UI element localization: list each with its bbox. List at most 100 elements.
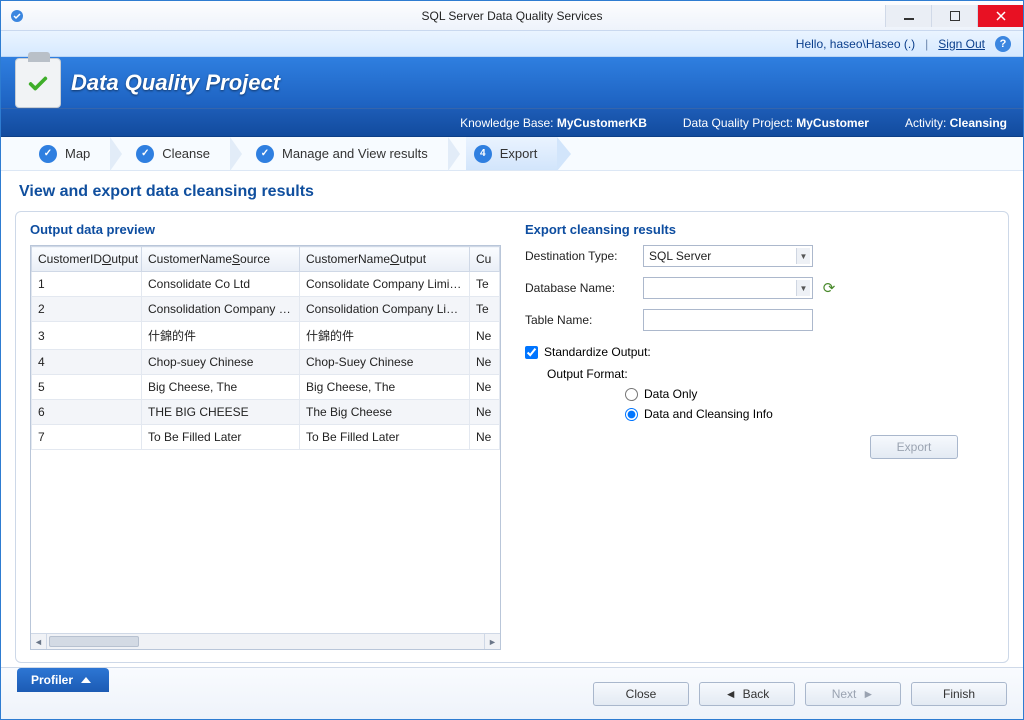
table-cell: Chop-suey Chinese — [142, 350, 300, 375]
step-label: Cleanse — [162, 146, 210, 161]
table-row[interactable]: 6THE BIG CHEESEThe Big CheeseNe — [32, 400, 500, 425]
table-cell: Consolidation Company Limited — [300, 297, 470, 322]
table-name-input[interactable] — [643, 309, 813, 331]
destination-type-label: Destination Type: — [525, 249, 635, 263]
table-cell: 7 — [32, 425, 142, 450]
table-cell: Ne — [470, 322, 500, 350]
export-title: Export cleansing results — [525, 222, 994, 237]
table-name-row: Table Name: — [525, 309, 994, 331]
table-cell: Ne — [470, 375, 500, 400]
table-row[interactable]: 7To Be Filled LaterTo Be Filled LaterNe — [32, 425, 500, 450]
back-button[interactable]: ◄ Back — [699, 682, 795, 706]
table-cell: Consolidate Company Limited — [300, 272, 470, 297]
table-row[interactable]: 5Big Cheese, TheBig Cheese, TheNe — [32, 375, 500, 400]
profiler-tab[interactable]: Profiler — [17, 668, 109, 692]
wizard-steps: Map Cleanse Manage and View results 4 Ex… — [1, 137, 1023, 171]
table-cell: Ne — [470, 350, 500, 375]
minimize-button[interactable] — [885, 5, 931, 27]
footer: Profiler Close ◄ Back Next ► Finish — [1, 667, 1023, 719]
sign-out-link[interactable]: Sign Out — [938, 37, 985, 51]
next-button[interactable]: Next ► — [805, 682, 901, 706]
close-page-button[interactable]: Close — [593, 682, 689, 706]
kb-context: Knowledge Base: MyCustomerKB — [460, 116, 647, 130]
table-row[interactable]: 1Consolidate Co LtdConsolidate Company L… — [32, 272, 500, 297]
step-label: Manage and View results — [282, 146, 428, 161]
window-controls — [885, 5, 1023, 27]
chevron-down-icon: ▼ — [796, 280, 810, 296]
destination-type-combo[interactable]: SQL Server ▼ — [643, 245, 813, 267]
table-cell: 4 — [32, 350, 142, 375]
help-icon[interactable]: ? — [995, 36, 1011, 52]
table-cell: 6 — [32, 400, 142, 425]
close-button[interactable] — [977, 5, 1023, 27]
page-title: View and export data cleansing results — [19, 183, 1005, 201]
step-cleanse[interactable]: Cleanse — [128, 137, 230, 170]
chevron-icon — [448, 137, 460, 171]
header-banner: Data Quality Project Knowledge Base: MyC… — [1, 57, 1023, 137]
table-cell: 什錦的件 — [142, 322, 300, 350]
output-format-label: Output Format: — [547, 367, 994, 381]
output-table[interactable]: CustomerIDOutput CustomerNameSource Cust… — [31, 246, 500, 450]
scroll-thumb[interactable] — [49, 636, 139, 647]
step-label: Export — [500, 146, 538, 161]
table-row[interactable]: 4Chop-suey ChineseChop-Suey ChineseNe — [32, 350, 500, 375]
col-customerid-output[interactable]: CustomerIDOutput — [32, 247, 142, 272]
radio-data-and-info[interactable] — [625, 408, 638, 421]
greeting-text: Hello, haseo\Haseo (.) — [796, 37, 915, 51]
output-preview-panel: Output data preview CustomerIDOutput Cus… — [30, 222, 501, 650]
table-cell: THE BIG CHEESE — [142, 400, 300, 425]
app-icon — [9, 8, 25, 24]
export-panel: Export cleansing results Destination Typ… — [525, 222, 994, 650]
app-window: SQL Server Data Quality Services Hello, … — [0, 0, 1024, 720]
step-map[interactable]: Map — [31, 137, 110, 170]
horizontal-scrollbar[interactable]: ◄ ► — [31, 633, 500, 649]
table-cell: Chop-Suey Chinese — [300, 350, 470, 375]
finish-button[interactable]: Finish — [911, 682, 1007, 706]
radio-data-info-row: Data and Cleansing Info — [625, 407, 994, 421]
standardize-row: Standardize Output: — [525, 345, 994, 359]
table-cell: Ne — [470, 425, 500, 450]
project-context: Data Quality Project: MyCustomer — [683, 116, 869, 130]
separator: | — [925, 37, 928, 51]
destination-type-value: SQL Server — [649, 249, 711, 263]
maximize-button[interactable] — [931, 5, 977, 27]
content-area: View and export data cleansing results O… — [1, 171, 1023, 667]
radio-data-only[interactable] — [625, 388, 638, 401]
standardize-label: Standardize Output: — [544, 345, 651, 359]
table-header-row: CustomerIDOutput CustomerNameSource Cust… — [32, 247, 500, 272]
table-cell: 2 — [32, 297, 142, 322]
activity-context: Activity: Cleansing — [905, 116, 1007, 130]
scroll-right-icon[interactable]: ► — [484, 634, 500, 649]
col-truncated[interactable]: Cu — [470, 247, 500, 272]
standardize-checkbox[interactable] — [525, 346, 538, 359]
table-cell: 5 — [32, 375, 142, 400]
col-customername-source[interactable]: CustomerNameSource — [142, 247, 300, 272]
col-customername-output[interactable]: CustomerNameOutput — [300, 247, 470, 272]
main-panel: Output data preview CustomerIDOutput Cus… — [15, 211, 1009, 663]
chevron-icon — [110, 137, 122, 171]
database-name-combo[interactable]: ▼ — [643, 277, 813, 299]
check-icon — [256, 145, 274, 163]
table-cell: To Be Filled Later — [300, 425, 470, 450]
database-name-label: Database Name: — [525, 281, 635, 295]
table-cell: Big Cheese, The — [142, 375, 300, 400]
scroll-left-icon[interactable]: ◄ — [31, 634, 47, 649]
step-number: 4 — [474, 145, 492, 163]
export-button[interactable]: Export — [870, 435, 958, 459]
table-cell: Ne — [470, 400, 500, 425]
context-bar: Knowledge Base: MyCustomerKB Data Qualit… — [1, 108, 1023, 136]
table-cell: 什錦的件 — [300, 322, 470, 350]
step-manage[interactable]: Manage and View results — [248, 137, 448, 170]
window-title: SQL Server Data Quality Services — [1, 9, 1023, 23]
table-cell: 1 — [32, 272, 142, 297]
check-icon — [136, 145, 154, 163]
table-row[interactable]: 2Consolidation Company LtdConsolidation … — [32, 297, 500, 322]
radio-data-only-label: Data Only — [644, 387, 697, 401]
refresh-icon[interactable]: ⟳ — [821, 280, 837, 296]
output-preview-title: Output data preview — [30, 222, 501, 237]
step-export[interactable]: 4 Export — [466, 137, 558, 170]
banner-heading: Data Quality Project — [71, 70, 280, 96]
table-cell: Te — [470, 272, 500, 297]
destination-type-row: Destination Type: SQL Server ▼ — [525, 245, 994, 267]
table-row[interactable]: 3什錦的件什錦的件Ne — [32, 322, 500, 350]
